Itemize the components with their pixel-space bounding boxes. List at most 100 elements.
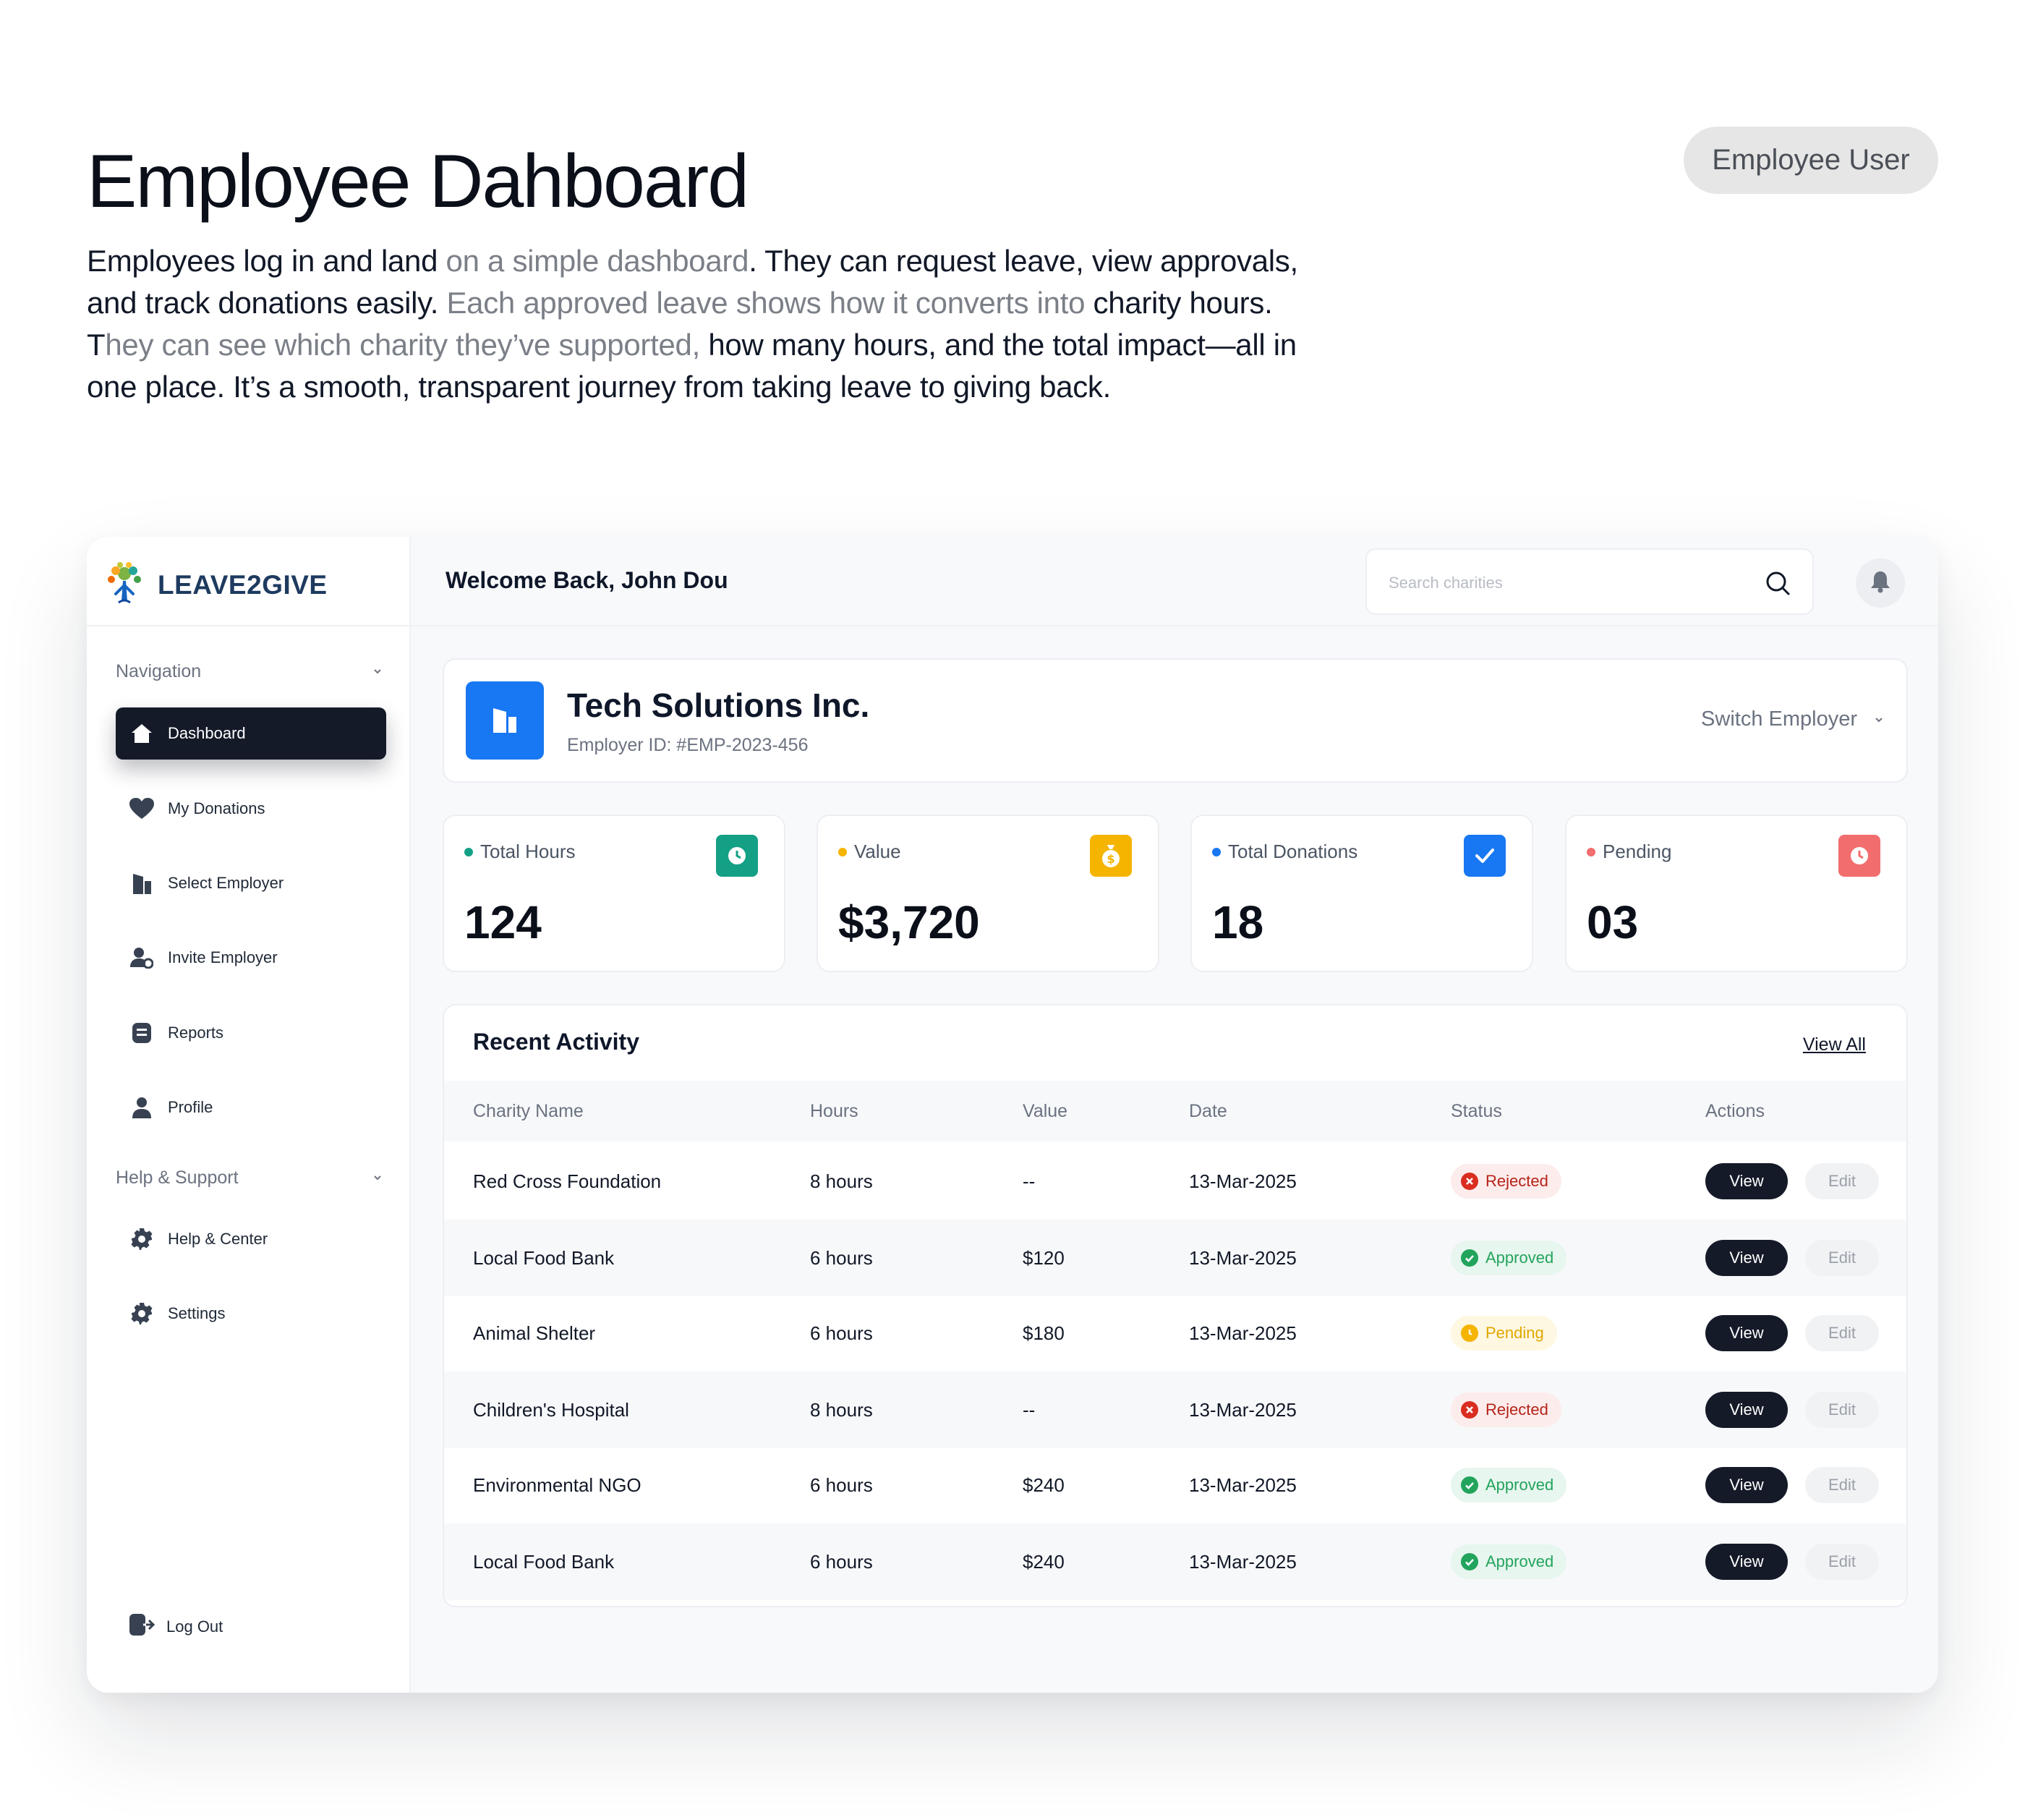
sidebar-item-label: Profile <box>168 1098 213 1116</box>
charity-name: Environmental NGO <box>473 1474 641 1496</box>
view-all-link[interactable]: View All <box>1803 1034 1866 1055</box>
status-badge: Pending <box>1451 1316 1557 1351</box>
column-header: Value <box>1023 1100 1068 1121</box>
status-label: Pending <box>1485 1324 1544 1342</box>
sidebar-item-help-center[interactable]: Help & Center <box>116 1213 386 1265</box>
charity-name: Children's Hospital <box>473 1398 629 1421</box>
view-button[interactable]: View <box>1705 1544 1788 1580</box>
hours-cell: 8 hours <box>810 1170 873 1192</box>
bell-icon <box>1870 570 1891 597</box>
date-cell: 13-Mar-2025 <box>1189 1246 1297 1269</box>
table-row: Children's Hospital 8 hours -- 13-Mar-2025 R… <box>444 1372 1906 1448</box>
hours-cell: 6 hours <box>810 1246 873 1269</box>
table-row: Local Food Bank 6 hours $120 13-Mar-2025 App… <box>444 1220 1906 1296</box>
column-header: Status <box>1451 1100 1502 1121</box>
edit-button[interactable]: Edit <box>1805 1392 1879 1428</box>
sidebar-item-label: Select Employer <box>168 874 284 892</box>
nav-section-header[interactable]: Navigation <box>116 657 383 686</box>
topbar: Welcome Back, John Dou <box>411 537 1938 626</box>
tree-logo-icon <box>104 561 145 611</box>
check-icon <box>1464 835 1506 877</box>
view-button[interactable]: View <box>1705 1240 1788 1276</box>
hours-cell: 8 hours <box>810 1398 873 1421</box>
employer-id: Employer ID: #EMP-2023-456 <box>567 735 809 755</box>
role-badge: Employee User <box>1684 127 1938 194</box>
value-cell: $180 <box>1023 1322 1065 1344</box>
charity-name: Local Food Bank <box>473 1246 615 1269</box>
edit-button[interactable]: Edit <box>1805 1163 1879 1199</box>
employer-name: Tech Solutions Inc. <box>567 686 870 724</box>
view-button[interactable]: View <box>1705 1163 1788 1199</box>
date-cell: 13-Mar-2025 <box>1189 1398 1297 1421</box>
actions-cell: View Edit <box>1705 1143 1879 1220</box>
notifications-button[interactable] <box>1856 558 1905 608</box>
view-button[interactable]: View <box>1705 1467 1788 1503</box>
table-row: Red Cross Foundation 8 hours -- 13-Mar-2025… <box>444 1143 1906 1220</box>
stat-label: Total Donations <box>1212 841 1357 863</box>
sidebar-item-dashboard[interactable]: Dashboard <box>116 707 386 760</box>
logout-label: Log Out <box>166 1617 223 1636</box>
logout-icon <box>129 1613 155 1641</box>
table-row: Animal Shelter 6 hours $180 13-Mar-2025 Pend… <box>444 1295 1906 1372</box>
sidebar-item-profile[interactable]: Profile <box>116 1081 386 1134</box>
stat-value: 124 <box>464 896 542 948</box>
gear-icon <box>129 1301 155 1327</box>
status-cell: Approved <box>1451 1220 1567 1296</box>
sidebar-item-settings[interactable]: Settings <box>116 1288 386 1340</box>
view-button[interactable]: View <box>1705 1392 1788 1428</box>
charity-name: Animal Shelter <box>473 1322 596 1344</box>
search-input[interactable] <box>1389 569 1750 598</box>
status-cell: Approved <box>1451 1523 1567 1600</box>
date-cell: 13-Mar-2025 <box>1189 1550 1297 1573</box>
column-header: Charity Name <box>473 1100 584 1121</box>
actions-cell: View Edit <box>1705 1523 1879 1600</box>
clock-icon <box>1838 835 1880 877</box>
switch-employer-dropdown[interactable]: Switch Employer <box>1701 707 1885 731</box>
edit-button[interactable]: Edit <box>1805 1240 1879 1276</box>
building-icon <box>490 705 519 736</box>
view-button[interactable]: View <box>1705 1315 1788 1351</box>
help-section-header[interactable]: Help & Support <box>116 1163 383 1192</box>
sidebar-item-label: Help & Center <box>168 1230 268 1248</box>
section-title: Recent Activity <box>473 1029 639 1055</box>
stat-card-pending: Pending 03 <box>1565 815 1908 972</box>
switch-employer-label: Switch Employer <box>1701 707 1857 731</box>
date-cell: 13-Mar-2025 <box>1189 1322 1297 1344</box>
actions-cell: View Edit <box>1705 1220 1879 1296</box>
x-circle-icon <box>1461 1401 1478 1419</box>
status-cell: Rejected <box>1451 1143 1561 1220</box>
edit-button[interactable]: Edit <box>1805 1544 1879 1580</box>
money-bag-icon: $ <box>1090 835 1132 877</box>
charity-name: Red Cross Foundation <box>473 1170 662 1192</box>
search-icon[interactable] <box>1765 570 1791 600</box>
sidebar-item-select-employer[interactable]: Select Employer <box>116 857 386 909</box>
help-section-title: Help & Support <box>116 1167 239 1188</box>
actions-cell: View Edit <box>1705 1372 1879 1448</box>
sidebar-item-label: Reports <box>168 1024 224 1042</box>
column-header: Date <box>1189 1100 1227 1121</box>
user-icon <box>129 1094 155 1121</box>
status-badge: Rejected <box>1451 1392 1561 1427</box>
sidebar-item-reports[interactable]: Reports <box>116 1007 386 1059</box>
stat-value: 18 <box>1212 896 1264 948</box>
check-circle-icon <box>1461 1249 1478 1267</box>
user-plus-icon <box>129 945 155 971</box>
actions-cell: View Edit <box>1705 1295 1879 1372</box>
nav-section-title: Navigation <box>116 660 202 681</box>
sidebar-item-label: Dashboard <box>168 724 246 742</box>
check-circle-icon <box>1461 1476 1478 1494</box>
sidebar-item-invite-employer[interactable]: Invite Employer <box>116 932 386 984</box>
table-row: Environmental NGO 6 hours $240 13-Mar-2025 A… <box>444 1447 1906 1523</box>
edit-button[interactable]: Edit <box>1805 1315 1879 1351</box>
stat-card-total-hours: Total Hours 124 <box>443 815 785 972</box>
edit-button[interactable]: Edit <box>1805 1467 1879 1503</box>
welcome-message: Welcome Back, John Dou <box>446 567 728 593</box>
logout-button[interactable]: Log Out <box>129 1613 223 1641</box>
sidebar-item-my-donations[interactable]: My Donations <box>116 783 386 835</box>
gear-icon <box>129 1226 155 1252</box>
search-bar[interactable] <box>1365 548 1814 615</box>
brand[interactable]: LEAVE2GIVE <box>104 560 328 611</box>
chevron-down-icon <box>1873 707 1885 731</box>
value-cell: -- <box>1023 1170 1036 1192</box>
stat-label: Total Hours <box>464 841 576 863</box>
